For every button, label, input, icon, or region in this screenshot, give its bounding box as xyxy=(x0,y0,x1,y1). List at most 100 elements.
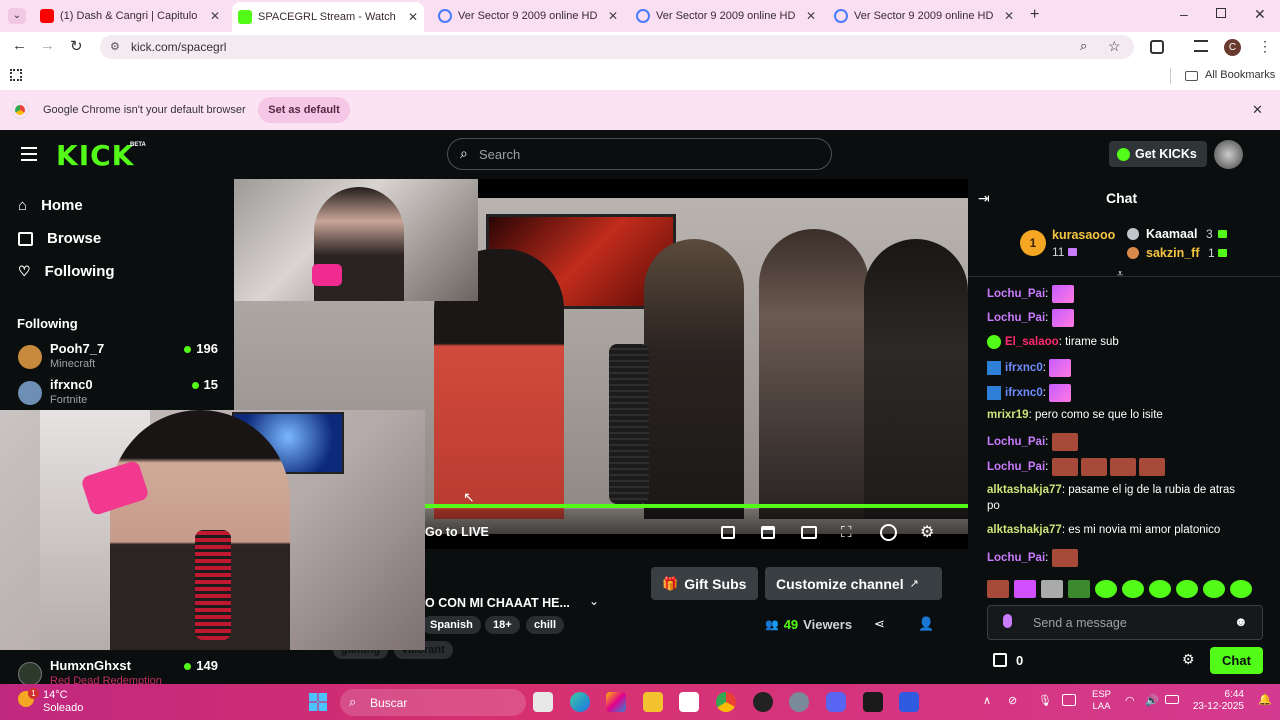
ms-store-icon[interactable] xyxy=(679,692,699,712)
input-language[interactable]: ESP LAA xyxy=(1092,689,1111,713)
kick-emote-icon[interactable] xyxy=(1176,580,1198,598)
set-default-button[interactable]: Set as default xyxy=(258,97,350,123)
reload-icon[interactable]: ↻ xyxy=(70,37,83,55)
tab-search-button[interactable]: ⌄ xyxy=(8,8,26,24)
emoji-picker-icon[interactable]: ☻ xyxy=(1234,614,1248,629)
close-infobar-icon[interactable]: ✕ xyxy=(1252,102,1263,118)
settings-gear-icon[interactable]: ⚙ xyxy=(920,522,934,542)
get-kicks-button[interactable]: Get KICKs xyxy=(1109,141,1207,167)
tray-chevron-icon[interactable]: ∧ xyxy=(983,694,991,707)
close-tab-icon[interactable]: ✕ xyxy=(408,10,418,24)
zoom-icon[interactable]: ⌕ xyxy=(1080,38,1087,54)
mic-icon[interactable] xyxy=(1003,614,1012,628)
notifications-icon[interactable]: 🔔 xyxy=(1258,693,1272,706)
app-icon[interactable] xyxy=(753,692,773,712)
tray-app-icon[interactable] xyxy=(1062,694,1076,706)
chat-username[interactable]: El_salaoo xyxy=(1005,336,1059,348)
cat-emote-icon[interactable] xyxy=(1041,580,1063,598)
tab-youtube[interactable]: (1) Dash & Cangri | Capitulo 1 | ✕ xyxy=(34,4,226,28)
sidebar-item-home[interactable]: ⌂ Home xyxy=(18,197,83,214)
chevron-down-icon[interactable]: ⌄ xyxy=(589,594,599,608)
chat-input-box[interactable]: Send a message ☻ xyxy=(987,605,1263,640)
clip-icon[interactable] xyxy=(761,526,775,539)
expand-leaderboard-icon[interactable]: ⩡ xyxy=(1117,268,1123,281)
frog-emote-icon[interactable] xyxy=(1068,580,1090,598)
mic-icon[interactable]: 🎙 xyxy=(1038,694,1052,707)
kicks-icon[interactable] xyxy=(993,653,1007,667)
kick-emote-icon[interactable] xyxy=(1203,580,1225,598)
sidebar-item-browse[interactable]: Browse xyxy=(18,230,101,247)
third-gifter-name[interactable]: sakzin_ff xyxy=(1146,246,1200,260)
chat-username[interactable]: Lochu_Pai xyxy=(987,461,1045,473)
close-window-icon[interactable]: ✕ xyxy=(1254,6,1266,23)
copilot-icon[interactable] xyxy=(606,692,626,712)
battery-icon[interactable] xyxy=(1165,695,1179,704)
chat-username[interactable]: Lochu_Pai xyxy=(987,552,1045,564)
media-control-icon[interactable] xyxy=(1194,40,1208,52)
kick-emote-icon[interactable] xyxy=(1230,580,1252,598)
tag-spanish[interactable]: Spanish xyxy=(422,616,481,634)
hamburger-menu-icon[interactable] xyxy=(21,147,37,161)
apps-grid-icon[interactable] xyxy=(10,69,22,81)
chat-settings-icon[interactable]: ⚙ xyxy=(1182,651,1195,668)
follow-user-icon[interactable]: 👤 xyxy=(918,616,934,632)
face-emote-icon[interactable] xyxy=(987,580,1009,598)
collapse-chat-icon[interactable]: ⇥ xyxy=(978,190,990,207)
theater-mode-icon[interactable] xyxy=(801,526,817,539)
tab-sector9-3[interactable]: Ver Sector 9 2009 online HD - C ✕ xyxy=(828,4,1020,28)
miniplayer-icon[interactable] xyxy=(721,526,735,539)
chat-username[interactable]: mrixr19 xyxy=(987,409,1029,421)
close-tab-icon[interactable]: ✕ xyxy=(1004,9,1014,23)
discord-icon[interactable] xyxy=(826,692,846,712)
following-channel[interactable]: Pooh7_7 Minecraft 196 xyxy=(18,341,218,375)
chrome-icon[interactable] xyxy=(716,692,736,712)
chat-username[interactable]: ifrxnc0 xyxy=(1005,362,1043,374)
task-view-icon[interactable] xyxy=(533,692,553,712)
tag-18-plus[interactable]: 18+ xyxy=(485,616,520,634)
gift-subs-button[interactable]: 🎁 Gift Subs xyxy=(651,567,758,600)
new-tab-icon[interactable]: + xyxy=(1030,6,1039,24)
network-off-icon[interactable]: ⊘ xyxy=(1008,694,1017,707)
close-tab-icon[interactable]: ✕ xyxy=(210,9,220,23)
chat-input-placeholder[interactable]: Send a message xyxy=(1033,616,1127,630)
kick-emote-icon[interactable] xyxy=(1149,580,1171,598)
top-gifter-name[interactable]: kurasaooo xyxy=(1052,228,1115,242)
send-chat-button[interactable]: Chat xyxy=(1210,647,1263,674)
chat-username[interactable]: Lochu_Pai xyxy=(987,436,1045,448)
sidebar-item-following[interactable]: ♡ Following xyxy=(18,263,115,280)
chat-username[interactable]: Lochu_Pai xyxy=(987,288,1045,300)
all-bookmarks-link[interactable]: All Bookmarks xyxy=(1205,69,1275,81)
close-tab-icon[interactable]: ✕ xyxy=(806,9,816,23)
kick-emote-icon[interactable] xyxy=(1122,580,1144,598)
fullscreen-icon[interactable]: ⛶ xyxy=(841,524,852,541)
progress-track[interactable] xyxy=(425,504,968,508)
kick-emote-icon[interactable] xyxy=(1095,580,1117,598)
file-explorer-icon[interactable] xyxy=(643,692,663,712)
forward-icon[interactable]: → xyxy=(40,37,55,54)
butterfly-emote-icon[interactable] xyxy=(1014,580,1036,598)
second-gifter-name[interactable]: Kaamaal xyxy=(1146,227,1197,241)
app-icon[interactable] xyxy=(899,692,919,712)
kick-logo[interactable]: KICK xyxy=(56,139,134,172)
share-icon[interactable]: ⋖ xyxy=(874,616,885,632)
customize-channel-button[interactable]: Customize channel ↗ xyxy=(765,567,942,600)
back-icon[interactable]: ← xyxy=(12,37,27,54)
chat-username[interactable]: alktashakja77 xyxy=(987,484,1062,496)
tag-chill[interactable]: chill xyxy=(526,616,565,634)
omnibox[interactable]: ⚙ kick.com/spacegrl ⌕ ☆ xyxy=(100,35,1134,59)
settings-icon[interactable] xyxy=(789,692,809,712)
playback-speed-icon[interactable] xyxy=(880,524,897,541)
taskbar-search[interactable]: ⌕ Buscar xyxy=(340,689,526,716)
tab-kick[interactable]: SPACEGRL Stream - Watch Live ✕ xyxy=(232,2,424,32)
bookmark-star-icon[interactable]: ☆ xyxy=(1108,38,1121,55)
volume-icon[interactable]: 🔊 xyxy=(1145,694,1159,707)
close-tab-icon[interactable]: ✕ xyxy=(608,9,618,23)
floating-webcam[interactable]: ➚ xyxy=(0,410,425,650)
search-bar[interactable]: ⌕ Search xyxy=(447,138,832,170)
clock[interactable]: 6:44 23-12-2025 xyxy=(1190,689,1244,713)
tab-sector9-1[interactable]: Ver Sector 9 2009 online HD - C ✕ xyxy=(432,4,624,28)
user-avatar[interactable] xyxy=(1214,140,1243,169)
url-text[interactable]: kick.com/spacegrl xyxy=(131,40,226,54)
chat-username[interactable]: Lochu_Pai xyxy=(987,312,1045,324)
search-input[interactable]: Search xyxy=(479,147,520,162)
